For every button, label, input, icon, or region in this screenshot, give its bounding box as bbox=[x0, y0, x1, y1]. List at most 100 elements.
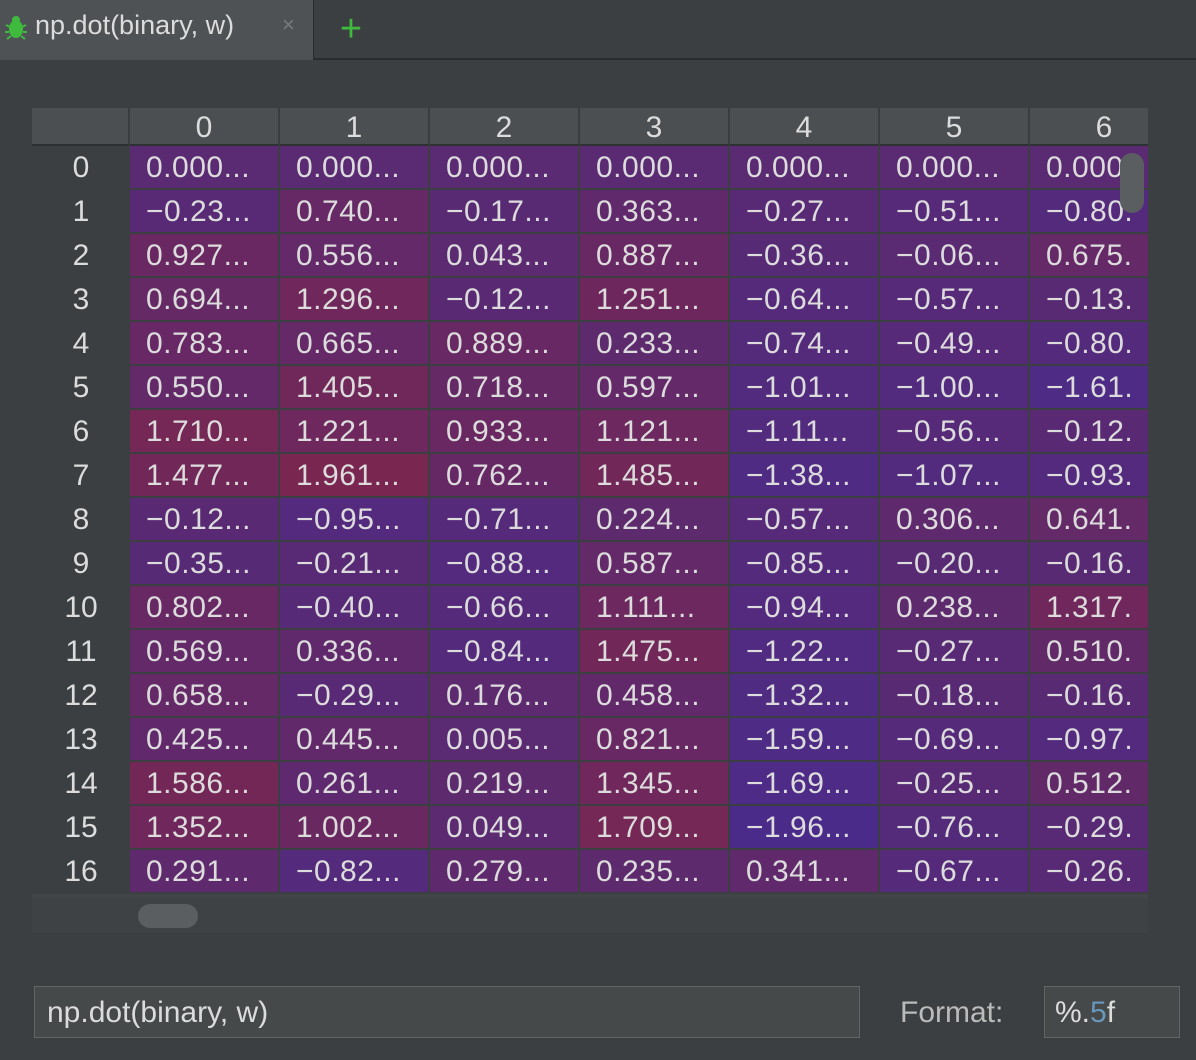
table-cell[interactable]: 0.043... bbox=[430, 234, 580, 278]
row-header[interactable]: 6 bbox=[32, 410, 130, 454]
table-cell[interactable]: 0.641. bbox=[1030, 498, 1148, 542]
table-cell[interactable]: −0.27... bbox=[730, 190, 880, 234]
table-cell[interactable]: −0.88... bbox=[430, 542, 580, 586]
table-cell[interactable]: 1.710... bbox=[130, 410, 280, 454]
table-cell[interactable]: −0.84... bbox=[430, 630, 580, 674]
row-header[interactable]: 4 bbox=[32, 322, 130, 366]
horizontal-scrollbar[interactable] bbox=[138, 904, 198, 928]
table-cell[interactable]: 0.675. bbox=[1030, 234, 1148, 278]
table-cell[interactable]: 0.512. bbox=[1030, 762, 1148, 806]
expression-field[interactable]: np.dot(binary, w) bbox=[34, 986, 860, 1038]
table-cell[interactable]: 1.221... bbox=[280, 410, 430, 454]
row-header[interactable]: 8 bbox=[32, 498, 130, 542]
data-grid[interactable]: 0 1 2 3 4 5 6 0 0.000... 0.000... 0.000... 0.000...… bbox=[32, 108, 1148, 933]
table-cell[interactable]: 0.762... bbox=[430, 454, 580, 498]
table-cell[interactable]: −0.17... bbox=[430, 190, 580, 234]
table-cell[interactable]: −0.74... bbox=[730, 322, 880, 366]
row-header[interactable]: 11 bbox=[32, 630, 130, 674]
row-header[interactable]: 2 bbox=[32, 234, 130, 278]
tab-np-dot[interactable]: np.dot(binary, w) × bbox=[0, 0, 314, 60]
table-cell[interactable]: 1.586... bbox=[130, 762, 280, 806]
table-cell[interactable]: −0.76... bbox=[880, 806, 1030, 850]
table-cell[interactable]: 0.000... bbox=[730, 146, 880, 190]
table-cell[interactable]: 0.000... bbox=[880, 146, 1030, 190]
table-cell[interactable]: −0.51... bbox=[880, 190, 1030, 234]
table-cell[interactable]: 0.000... bbox=[430, 146, 580, 190]
table-cell[interactable]: −0.13. bbox=[1030, 278, 1148, 322]
table-cell[interactable]: −0.06... bbox=[880, 234, 1030, 278]
table-cell[interactable]: −0.57... bbox=[880, 278, 1030, 322]
column-header[interactable]: 2 bbox=[430, 108, 580, 146]
table-cell[interactable]: −1.38... bbox=[730, 454, 880, 498]
table-cell[interactable]: 0.933... bbox=[430, 410, 580, 454]
row-header[interactable]: 14 bbox=[32, 762, 130, 806]
row-header[interactable]: 5 bbox=[32, 366, 130, 410]
table-cell[interactable]: 1.352... bbox=[130, 806, 280, 850]
add-tab-icon[interactable]: + bbox=[334, 9, 368, 49]
table-cell[interactable]: 1.475... bbox=[580, 630, 730, 674]
table-cell[interactable]: −1.00... bbox=[880, 366, 1030, 410]
table-cell[interactable]: 1.485... bbox=[580, 454, 730, 498]
table-cell[interactable]: 0.658... bbox=[130, 674, 280, 718]
table-cell[interactable]: 0.556... bbox=[280, 234, 430, 278]
format-field[interactable]: %.5f bbox=[1044, 986, 1180, 1038]
table-cell[interactable]: 0.000... bbox=[280, 146, 430, 190]
table-cell[interactable]: 0.425... bbox=[130, 718, 280, 762]
table-cell[interactable]: −0.80. bbox=[1030, 322, 1148, 366]
table-cell[interactable]: 0.291... bbox=[130, 850, 280, 894]
table-cell[interactable]: 0.000... bbox=[580, 146, 730, 190]
table-cell[interactable]: 1.111... bbox=[580, 586, 730, 630]
table-cell[interactable]: 0.005... bbox=[430, 718, 580, 762]
table-cell[interactable]: 1.251... bbox=[580, 278, 730, 322]
table-cell[interactable]: 0.783... bbox=[130, 322, 280, 366]
table-cell[interactable]: −1.01... bbox=[730, 366, 880, 410]
table-cell[interactable]: −0.20... bbox=[880, 542, 1030, 586]
row-header[interactable]: 16 bbox=[32, 850, 130, 894]
table-cell[interactable]: −1.07... bbox=[880, 454, 1030, 498]
table-cell[interactable]: −0.64... bbox=[730, 278, 880, 322]
table-cell[interactable]: 1.317. bbox=[1030, 586, 1148, 630]
table-cell[interactable]: 1.121... bbox=[580, 410, 730, 454]
table-cell[interactable]: −0.57... bbox=[730, 498, 880, 542]
table-cell[interactable]: −0.71... bbox=[430, 498, 580, 542]
table-cell[interactable]: −1.61. bbox=[1030, 366, 1148, 410]
row-header[interactable]: 15 bbox=[32, 806, 130, 850]
table-cell[interactable]: 0.224... bbox=[580, 498, 730, 542]
table-cell[interactable]: −0.82... bbox=[280, 850, 430, 894]
table-cell[interactable]: 0.802... bbox=[130, 586, 280, 630]
row-header[interactable]: 7 bbox=[32, 454, 130, 498]
table-cell[interactable]: −0.69... bbox=[880, 718, 1030, 762]
table-cell[interactable]: 0.694... bbox=[130, 278, 280, 322]
table-cell[interactable]: 1.477... bbox=[130, 454, 280, 498]
table-cell[interactable]: −0.12. bbox=[1030, 410, 1148, 454]
table-cell[interactable]: 1.405... bbox=[280, 366, 430, 410]
table-cell[interactable]: 0.176... bbox=[430, 674, 580, 718]
table-cell[interactable]: 0.445... bbox=[280, 718, 430, 762]
row-header[interactable]: 3 bbox=[32, 278, 130, 322]
table-cell[interactable]: 0.000... bbox=[130, 146, 280, 190]
table-cell[interactable]: −0.40... bbox=[280, 586, 430, 630]
close-icon[interactable]: × bbox=[282, 12, 295, 38]
table-cell[interactable]: −0.21... bbox=[280, 542, 430, 586]
table-cell[interactable]: 0.569... bbox=[130, 630, 280, 674]
table-cell[interactable]: 0.306... bbox=[880, 498, 1030, 542]
table-cell[interactable]: 0.238... bbox=[880, 586, 1030, 630]
table-cell[interactable]: −0.26. bbox=[1030, 850, 1148, 894]
table-cell[interactable]: 0.587... bbox=[580, 542, 730, 586]
column-header[interactable]: 4 bbox=[730, 108, 880, 146]
table-cell[interactable]: 1.961... bbox=[280, 454, 430, 498]
table-cell[interactable]: 1.345... bbox=[580, 762, 730, 806]
column-header[interactable]: 3 bbox=[580, 108, 730, 146]
row-header[interactable]: 0 bbox=[32, 146, 130, 190]
table-cell[interactable]: −0.95... bbox=[280, 498, 430, 542]
table-cell[interactable]: 0.279... bbox=[430, 850, 580, 894]
table-cell[interactable]: 1.002... bbox=[280, 806, 430, 850]
table-cell[interactable]: −0.16. bbox=[1030, 542, 1148, 586]
table-cell[interactable]: −0.16. bbox=[1030, 674, 1148, 718]
table-cell[interactable]: −1.11... bbox=[730, 410, 880, 454]
column-header[interactable]: 6 bbox=[1030, 108, 1148, 146]
table-cell[interactable]: −0.12... bbox=[430, 278, 580, 322]
table-cell[interactable]: 0.510. bbox=[1030, 630, 1148, 674]
table-cell[interactable]: 0.049... bbox=[430, 806, 580, 850]
table-cell[interactable]: 0.889... bbox=[430, 322, 580, 366]
